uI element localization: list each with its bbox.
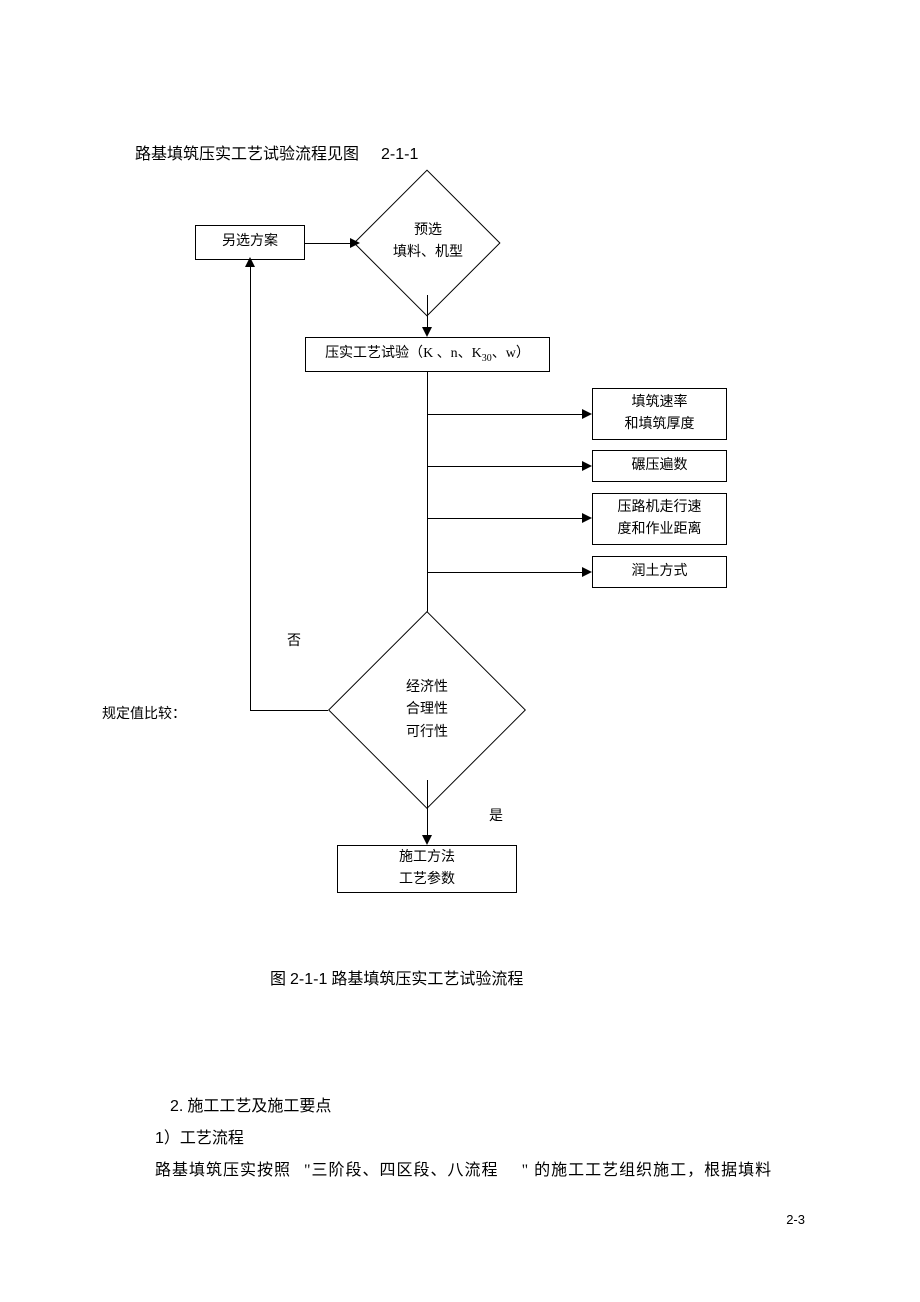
caption-num: 2-1-1	[290, 971, 327, 988]
figure-caption: 图 2-1-1 路基填筑压实工艺试验流程	[270, 965, 523, 989]
node-result-line2: 工艺参数	[399, 869, 455, 891]
caption-prefix: 图	[270, 971, 290, 988]
label-compare: 规定值比较：	[102, 703, 186, 723]
arrow-icon	[582, 513, 592, 523]
node-out1-line2: 和填筑厚度	[625, 414, 695, 436]
label-yes: 是	[489, 805, 503, 825]
connector	[427, 295, 428, 330]
connector	[305, 243, 353, 244]
connector	[427, 780, 428, 838]
node-out1-line1: 填筑速率	[632, 392, 688, 414]
section-heading: 2. 施工工艺及施工要点	[170, 1092, 331, 1116]
node-out1: 填筑速率 和填筑厚度	[592, 388, 727, 440]
node-test-text: 压实工艺试验（K 、n、K30、w）	[325, 343, 530, 367]
header-figure-ref: 2-1-1	[381, 146, 418, 163]
node-out2: 碾压遍数	[592, 450, 727, 482]
node-result: 施工方法 工艺参数	[337, 845, 517, 893]
caption-text: 路基填筑压实工艺试验流程	[327, 971, 523, 988]
section-title-text: 施工工艺及施工要点	[183, 1098, 331, 1115]
connector	[427, 372, 428, 639]
arrow-icon	[582, 567, 592, 577]
connector	[427, 466, 585, 467]
connector	[427, 414, 585, 415]
body-a: 路基填筑压实按照	[155, 1162, 291, 1179]
body-paragraph: 路基填筑压实按照 "三阶段、四区段、八流程 " 的施工工艺组织施工，根据填料	[155, 1156, 772, 1180]
header-text: 路基填筑压实工艺试验流程见图	[135, 146, 359, 163]
flowchart-diagram: 另选方案 预选 填料、机型 压实工艺试验（K 、n、K30、w） 填筑速率 和填…	[130, 200, 790, 920]
node-out3-line2: 度和作业距离	[618, 519, 702, 541]
arrow-icon	[582, 409, 592, 419]
node-out2-text: 碾压遍数	[632, 455, 688, 477]
node-out3-line1: 压路机走行速	[618, 497, 702, 519]
node-out4-text: 润土方式	[632, 561, 688, 583]
node-test: 压实工艺试验（K 、n、K30、w）	[305, 337, 550, 372]
arrow-icon	[350, 238, 360, 248]
connector	[250, 260, 251, 710]
subsection-num: 1	[155, 1130, 164, 1147]
page-header: 路基填筑压实工艺试验流程见图 2-1-1	[135, 140, 418, 164]
node-out3: 压路机走行速 度和作业距离	[592, 493, 727, 545]
arrow-icon	[582, 461, 592, 471]
arrow-icon	[422, 835, 432, 845]
body-d: 的施工工艺组织施工，根据填料	[534, 1162, 772, 1179]
connector	[250, 710, 328, 711]
label-no: 否	[287, 630, 301, 650]
subsection: 1）工艺流程	[155, 1124, 244, 1148]
connector	[427, 518, 585, 519]
arrow-icon	[245, 257, 255, 267]
page-number: 2-3	[786, 1212, 805, 1227]
arrow-icon	[422, 327, 432, 337]
body-c: "	[522, 1162, 530, 1179]
body-b: "三阶段、四区段、八流程	[304, 1162, 499, 1179]
connector	[427, 572, 585, 573]
section-num: 2.	[170, 1098, 183, 1115]
node-alt: 另选方案	[195, 225, 305, 260]
node-out4: 润土方式	[592, 556, 727, 588]
node-alt-text: 另选方案	[222, 231, 278, 253]
node-result-line1: 施工方法	[399, 847, 455, 869]
subsection-text: ）工艺流程	[164, 1130, 244, 1147]
